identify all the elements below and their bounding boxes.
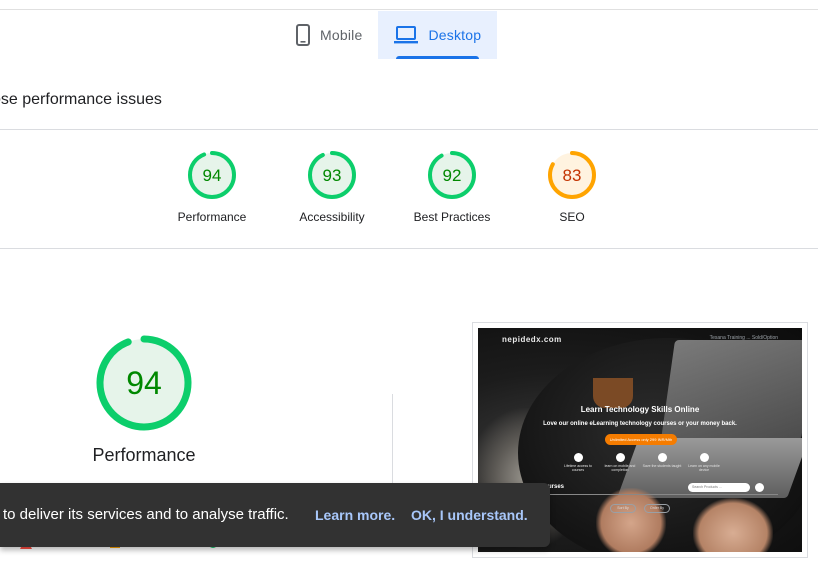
- cookie-toast: to deliver its services and to analyse t…: [0, 483, 550, 547]
- site-feature: learn on mobile and completion: [600, 453, 640, 472]
- tab-desktop[interactable]: Desktop: [378, 11, 498, 59]
- filter-icon: [755, 483, 764, 492]
- coffee-cup-image: [593, 378, 633, 408]
- site-order-select: Order By: [644, 504, 670, 513]
- main-gauge-label: Performance: [92, 445, 196, 465]
- ok-understand-button[interactable]: OK, I understand.: [411, 507, 528, 523]
- gauge-score: 93: [323, 166, 342, 185]
- graduation-cap-icon: [657, 453, 667, 462]
- gauge-accessibility[interactable]: 93 Accessibility: [272, 150, 392, 224]
- hand-image: [596, 488, 666, 552]
- device-tabs: Mobile Desktop: [280, 11, 498, 59]
- gauge-performance[interactable]: 94 Performance: [152, 150, 272, 224]
- gauge-ring: 94: [188, 151, 236, 199]
- site-courses-label: urses: [548, 484, 565, 490]
- site-feature: Lifetime access to courses: [558, 453, 598, 472]
- mobile-icon: [699, 453, 709, 462]
- site-logo: nepidedx.com: [502, 335, 562, 344]
- play-icon: [573, 453, 583, 462]
- diagnose-heading: ose performance issues: [0, 91, 162, 108]
- performance-main-gauge: 94: [96, 335, 192, 431]
- gauge-seo[interactable]: 83 SEO: [512, 150, 632, 224]
- gauge-ring: 93: [308, 151, 356, 199]
- site-search: Search Products ...: [688, 483, 750, 492]
- toast-message: to deliver its services and to analyse t…: [3, 506, 289, 523]
- tab-mobile[interactable]: Mobile: [280, 11, 378, 59]
- site-feature: Learn on any mobile device: [684, 453, 724, 472]
- gauge-score: 94: [203, 166, 222, 185]
- smartphone-icon: [296, 24, 310, 46]
- gauge-label: SEO: [559, 210, 585, 224]
- learn-more-link[interactable]: Learn more.: [315, 507, 395, 523]
- tab-desktop-label: Desktop: [428, 27, 482, 43]
- gauge-ring: 83: [548, 151, 596, 199]
- site-cta: Unlimited Access only 299 INR/Mth: [605, 434, 677, 445]
- site-sort-select: Sort By: [610, 504, 636, 513]
- site-subline: Love our online eLearning technology cou…: [543, 421, 737, 427]
- tab-mobile-label: Mobile: [320, 27, 363, 43]
- section-divider-top: [0, 129, 818, 130]
- gauge-label: Best Practices: [413, 210, 491, 224]
- badge-icon: [615, 453, 625, 462]
- gauge-ring: 92: [428, 151, 476, 199]
- section-divider-bottom: [0, 248, 818, 249]
- hand-image: [693, 498, 773, 552]
- site-divider: [548, 494, 778, 495]
- site-nav: Tesana Training ... Sold/Option: [709, 335, 778, 341]
- gauge-score: 92: [443, 166, 462, 185]
- laptop-icon: [394, 26, 419, 44]
- gauge-best-practices[interactable]: 92 Best Practices: [392, 150, 512, 224]
- site-feature: Save the students taught: [642, 453, 682, 468]
- main-score: 94: [126, 365, 162, 401]
- gauge-label: Accessibility: [299, 210, 365, 224]
- gauge-label: Performance: [177, 210, 247, 224]
- gauge-score: 83: [563, 166, 582, 185]
- site-headline: Learn Technology Skills Online: [580, 405, 700, 414]
- top-divider: [0, 9, 818, 10]
